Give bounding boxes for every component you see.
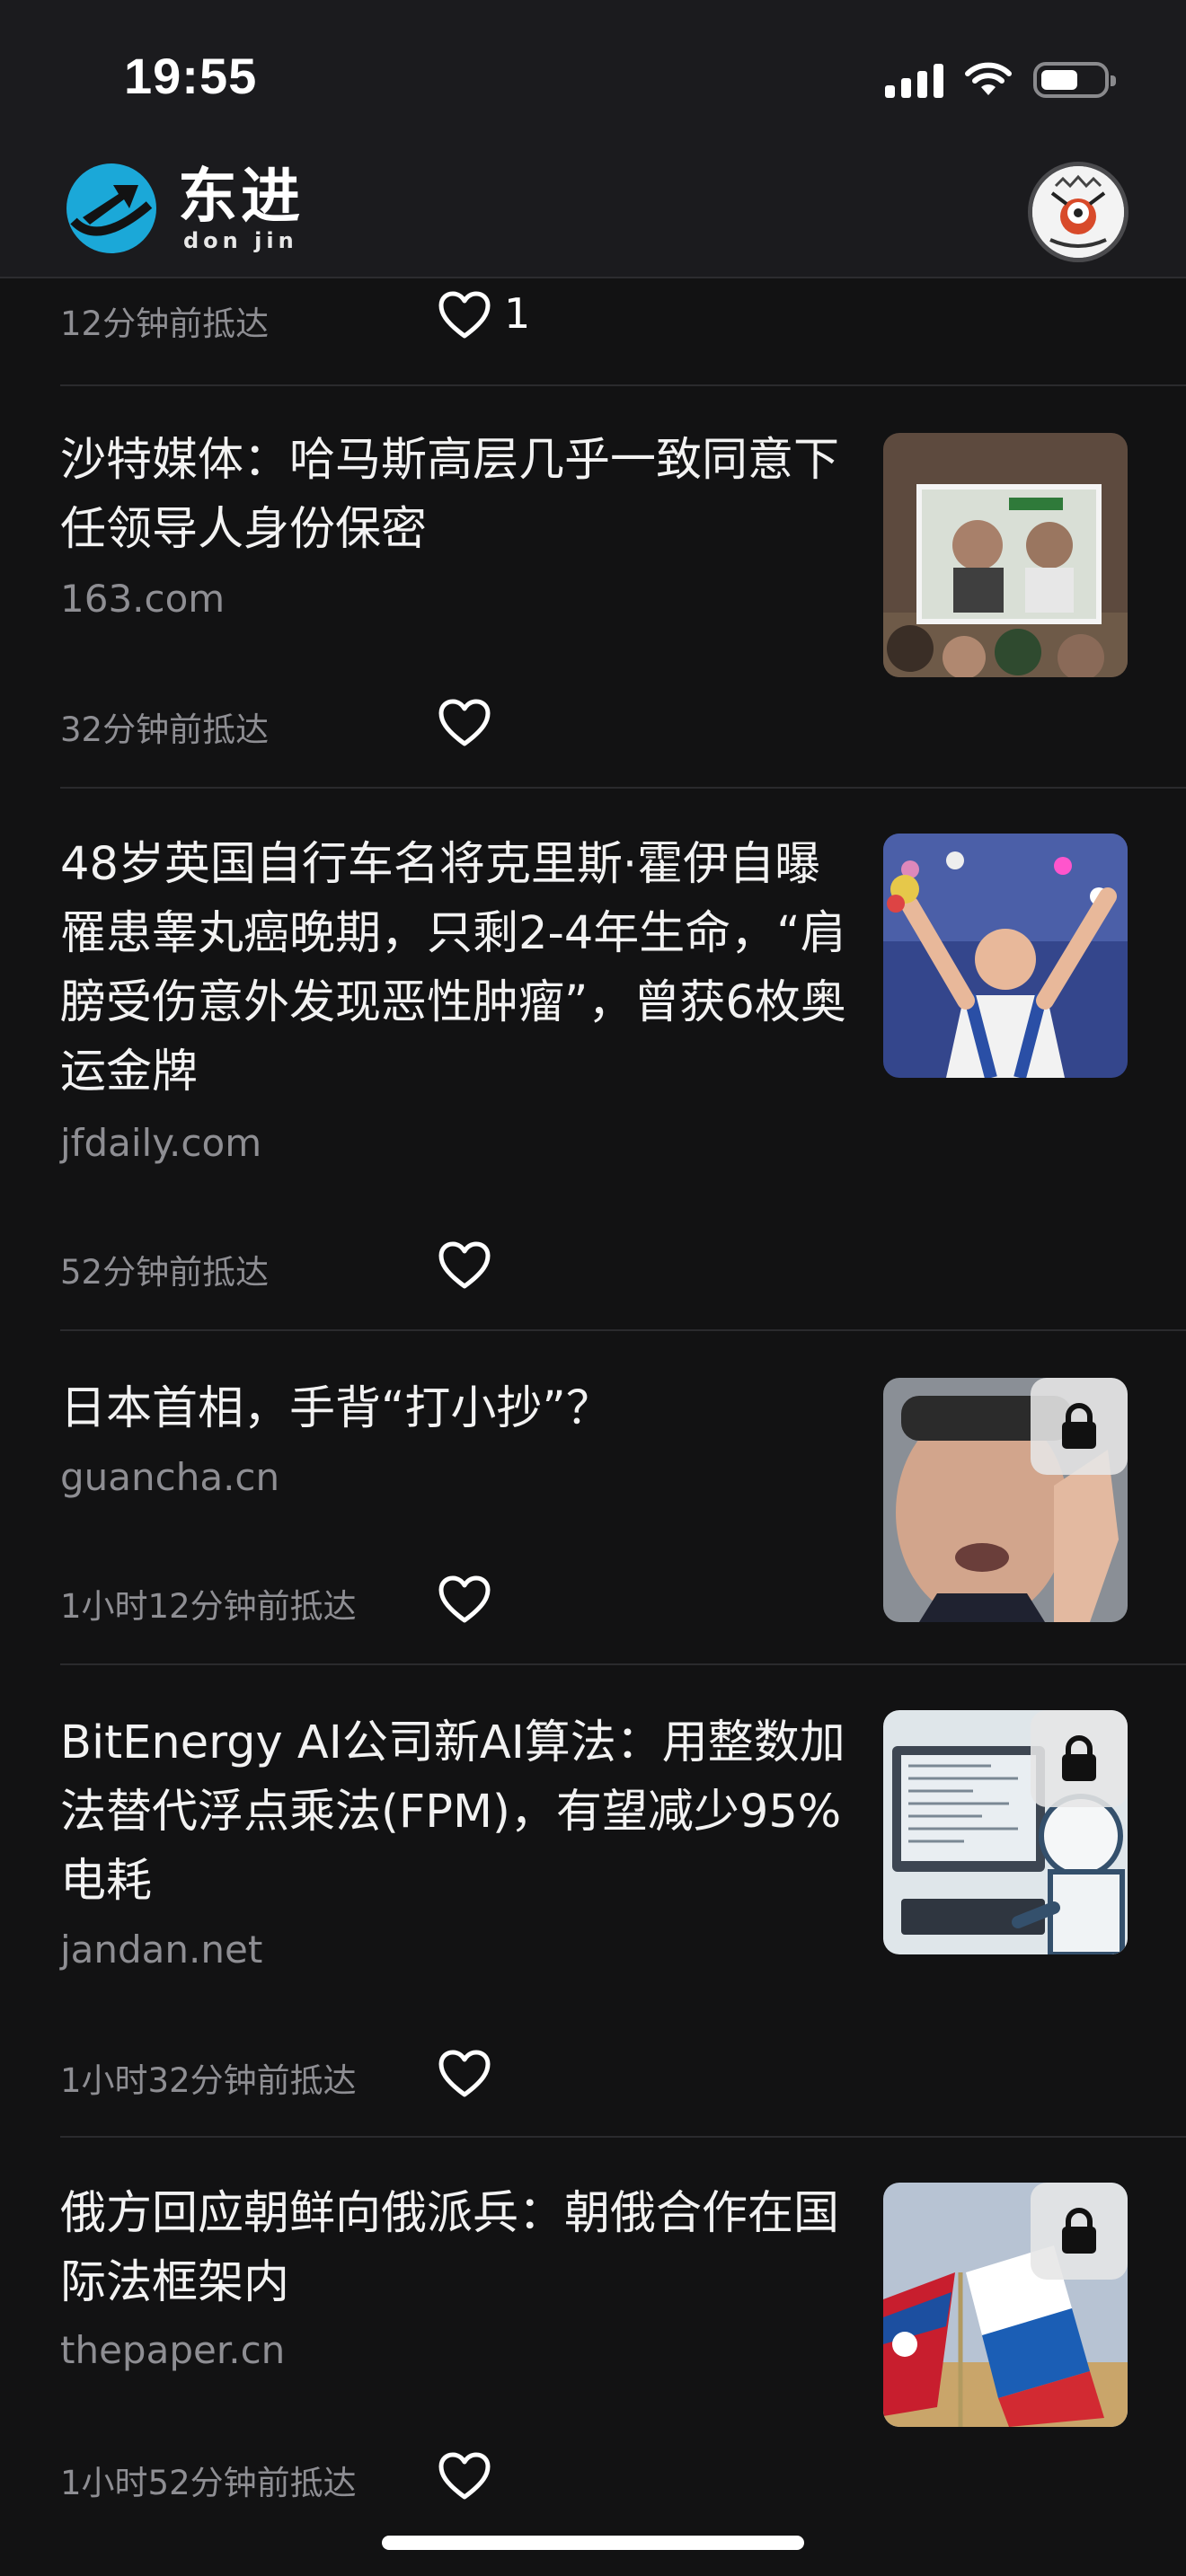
news-source: jandan.net [60,1928,263,1972]
protest-photo-icon [883,433,1128,677]
news-thumbnail[interactable] [883,2183,1128,2427]
lock-icon [1062,2208,1096,2254]
news-title[interactable]: 日本首相，手背“打小抄”？ [60,1374,860,1443]
arrival-time: 1小时12分钟前抵达 [60,1587,357,1626]
home-indicator[interactable] [382,2536,804,2550]
like-count: 1 [504,289,531,338]
cellular-signal-icon [885,62,943,98]
news-source: 163.com [60,577,226,621]
news-thumbnail[interactable] [883,1378,1128,1622]
status-bar: 19:55 [0,0,1186,153]
arrival-time: 32分钟前抵达 [60,710,270,749]
heart-icon[interactable] [438,291,491,340]
user-avatar[interactable] [1028,162,1128,262]
news-item[interactable]: 沙特媒体：哈马斯高层几乎一致同意下任领导人身份保密 163.com 32分钟前抵… [0,386,1186,787]
news-title[interactable]: 沙特媒体：哈马斯高层几乎一致同意下任领导人身份保密 [60,426,860,564]
news-title[interactable]: BitEnergy AI公司新AI算法：用整数加法替代浮点乘法(FPM)，有望减… [60,1708,860,1916]
lock-icon [1062,1403,1096,1449]
brand-name: 东进 [178,162,304,231]
arrival-time: 1小时52分钟前抵达 [60,2464,357,2502]
brand: 东进 don jin [178,162,304,254]
news-source: jfdaily.com [60,1121,262,1165]
status-time: 19:55 [124,48,258,104]
donjin-logo-icon[interactable] [63,158,160,259]
lock-badge [1031,2183,1128,2280]
wifi-icon [965,62,1012,95]
news-thumbnail[interactable] [883,834,1128,1078]
news-source: guancha.cn [60,1455,280,1499]
heart-icon[interactable] [438,1575,491,1624]
arrival-time: 1小时32分钟前抵达 [60,2061,357,2100]
arrival-time: 12分钟前抵达 [60,304,270,343]
lock-icon [1062,1735,1096,1781]
heart-icon[interactable] [438,2050,491,2098]
news-item[interactable]: 俄方回应朝鲜向俄派兵：朝俄合作在国际法框架内 thepaper.cn 1小时52… [0,2138,1186,2538]
avatar-image [1032,166,1124,258]
arrival-time: 52分钟前抵达 [60,1253,270,1292]
brand-subtitle: don jin [183,228,298,253]
lock-badge [1031,1710,1128,1807]
news-item[interactable]: BitEnergy AI公司新AI算法：用整数加法替代浮点乘法(FPM)，有望减… [0,1665,1186,2136]
news-item[interactable]: 48岁英国自行车名将克里斯·霍伊自曝罹患睾丸癌晚期，只剩2-4年生命，“肩膀受伤… [0,789,1186,1329]
lock-badge [1031,1378,1128,1475]
news-item[interactable]: 日本首相，手背“打小抄”？ guancha.cn 1小时12分钟前抵达 [0,1331,1186,1663]
heart-icon[interactable] [438,1241,491,1290]
battery-icon [1033,62,1116,98]
partial-list-item[interactable]: 12分钟前抵达 1 [0,278,1186,384]
heart-icon[interactable] [438,699,491,747]
heart-icon[interactable] [438,2452,491,2501]
news-thumbnail[interactable] [883,433,1128,677]
news-title[interactable]: 俄方回应朝鲜向俄派兵：朝俄合作在国际法框架内 [60,2179,860,2317]
news-title[interactable]: 48岁英国自行车名将克里斯·霍伊自曝罹患睾丸癌晚期，只剩2-4年生命，“肩膀受伤… [60,830,860,1107]
news-source: thepaper.cn [60,2328,286,2372]
status-icons [885,57,1116,102]
app-header: 东进 don jin [0,153,1186,278]
athlete-photo-icon [883,834,1128,1078]
news-thumbnail[interactable] [883,1710,1128,1954]
